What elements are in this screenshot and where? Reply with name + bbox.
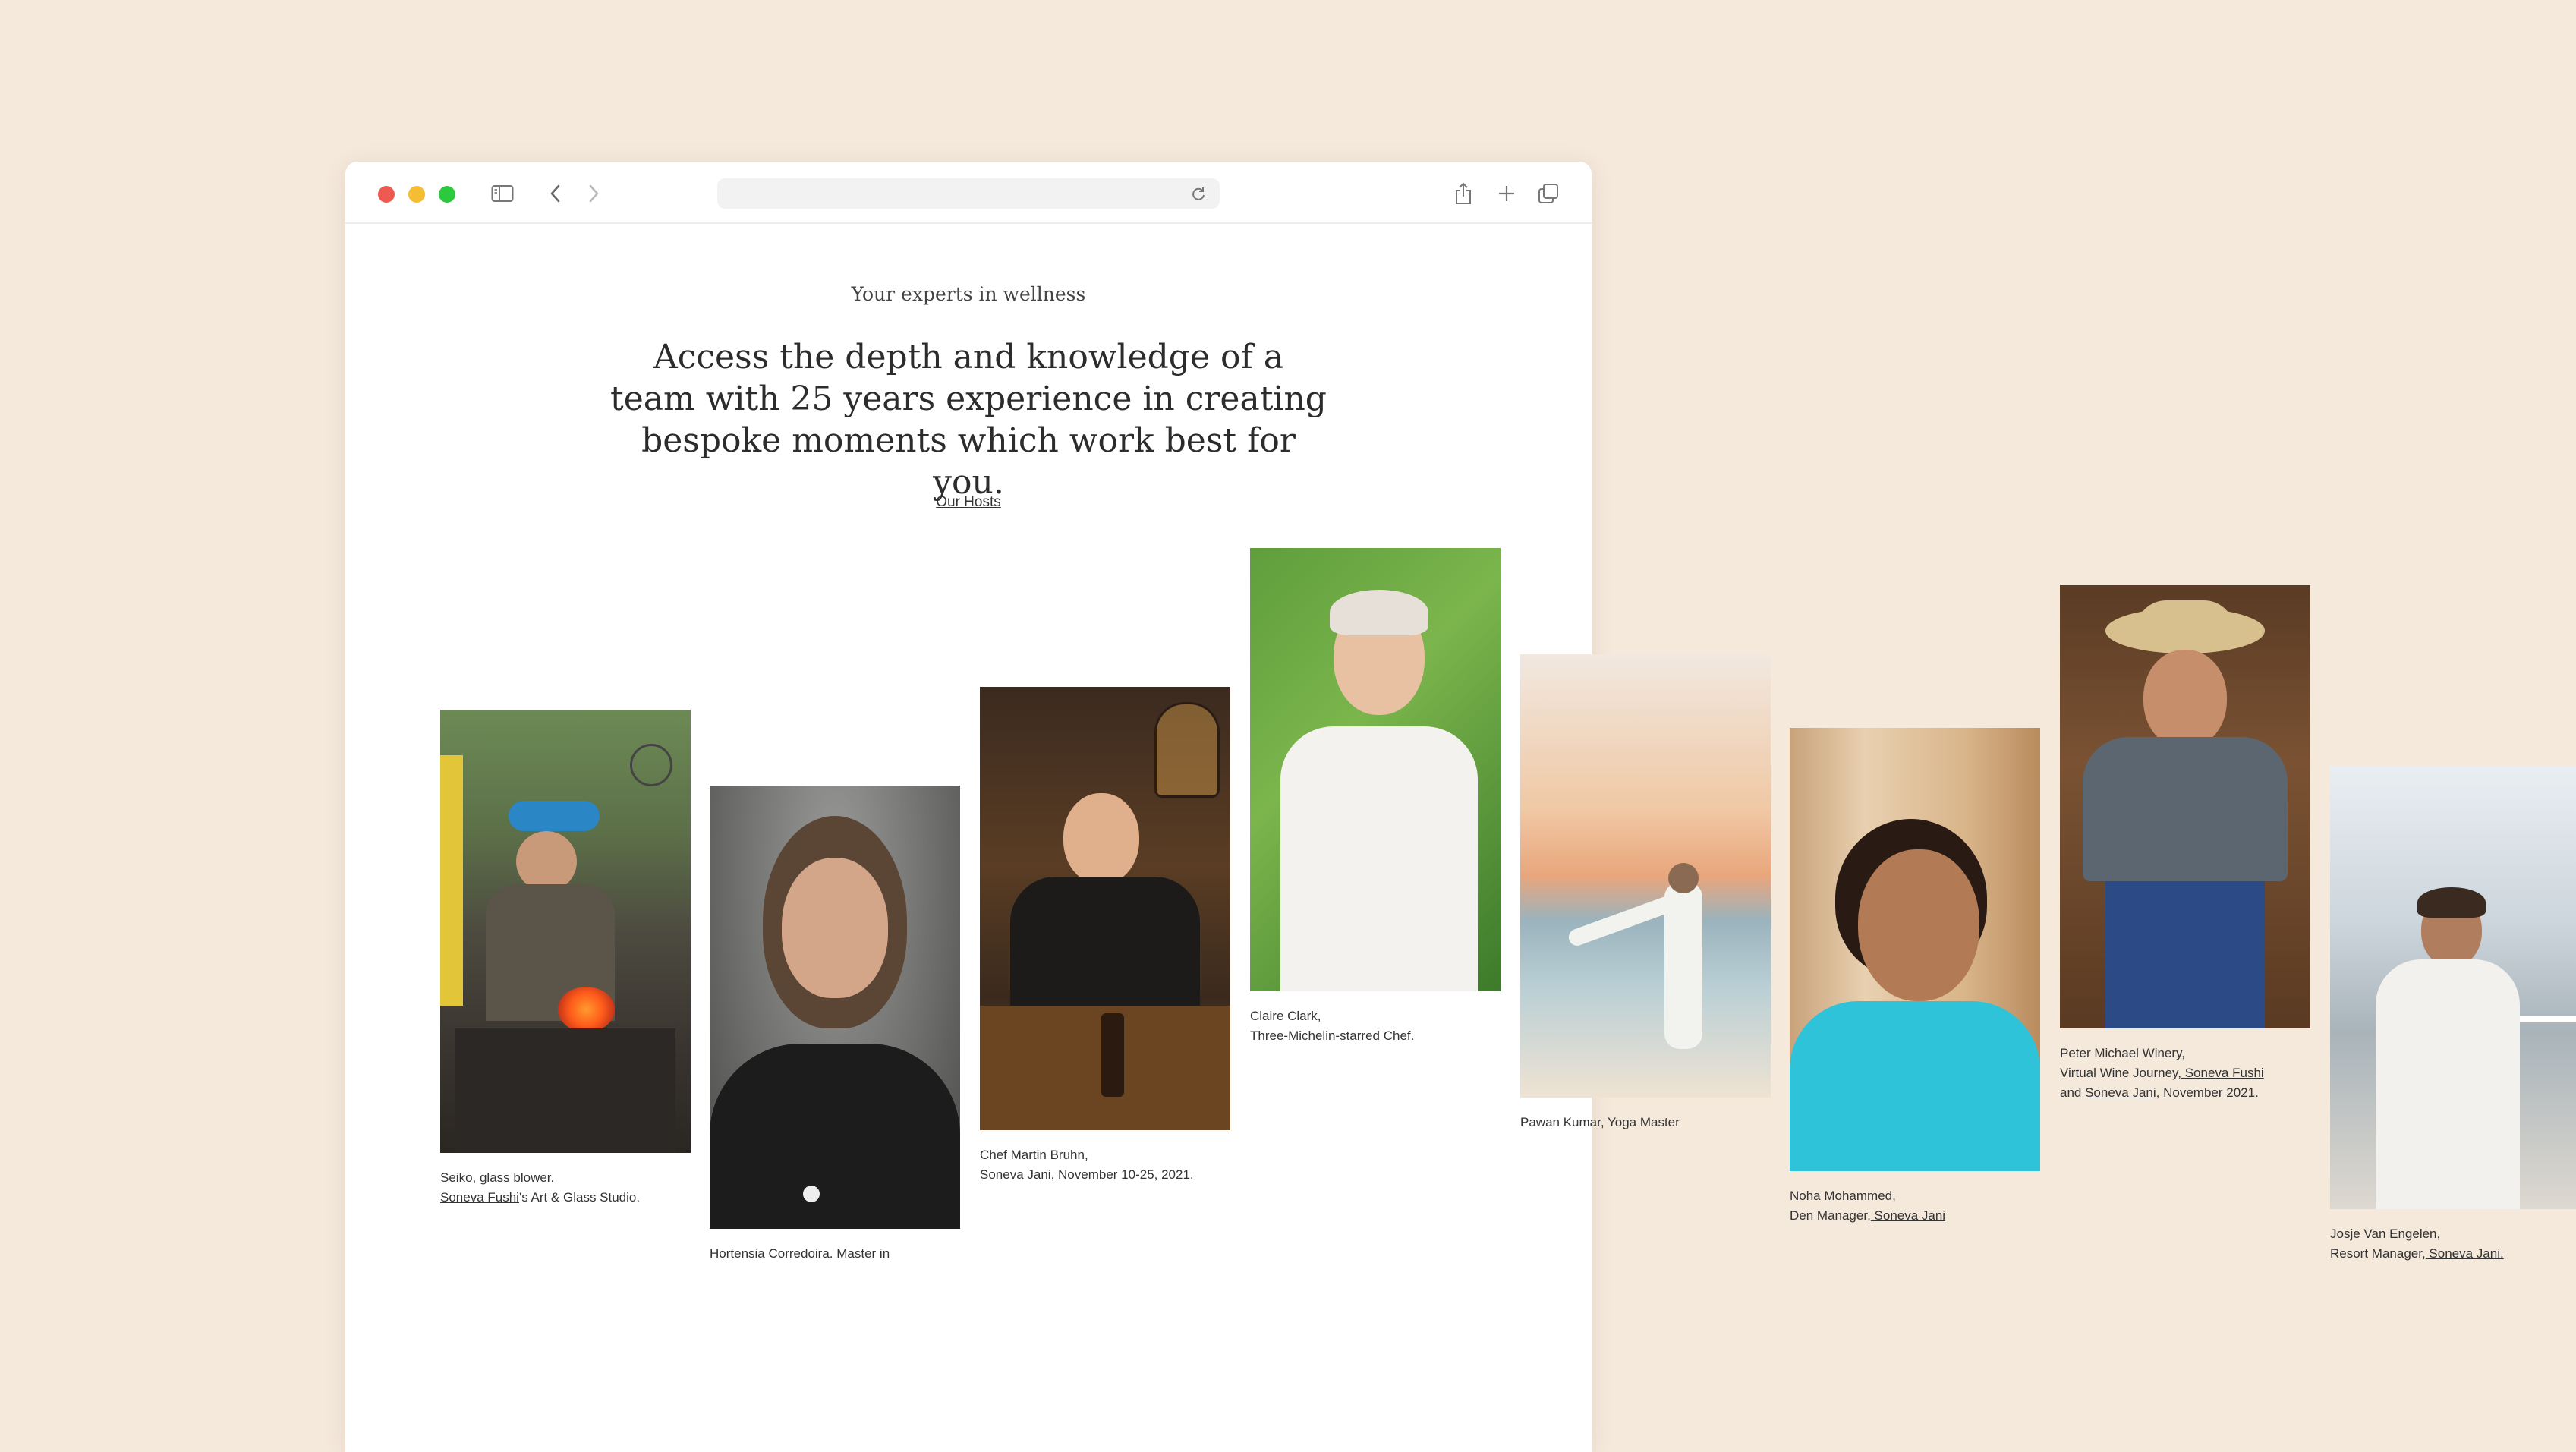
close-window-button[interactable] <box>378 186 395 203</box>
new-tab-icon[interactable] <box>1491 178 1522 209</box>
back-icon[interactable] <box>540 178 571 209</box>
host-card[interactable]: Hortensia Corredoira. Master in <box>710 786 983 1264</box>
reload-icon[interactable] <box>1183 178 1214 209</box>
browser-toolbar <box>345 162 1592 224</box>
host-photo <box>710 786 960 1229</box>
soneva-jani-link[interactable]: Soneva Jani <box>1871 1208 1946 1223</box>
host-card[interactable]: Josje Van Engelen, Resort Manager, Sonev… <box>2330 766 2576 1264</box>
host-photo <box>440 710 691 1153</box>
soneva-fushi-link[interactable]: Soneva Fushi <box>2181 1066 2264 1080</box>
soneva-jani-link[interactable]: Soneva Jani <box>980 1167 1051 1182</box>
our-hosts-link[interactable]: Our Hosts <box>345 494 1592 511</box>
host-card[interactable]: Pawan Kumar, Yoga Master <box>1520 654 1793 1132</box>
host-photo <box>1250 548 1501 991</box>
page-headline: Access the depth and knowledge of a team… <box>610 338 1327 502</box>
eyebrow-text: Your experts in wellness <box>851 283 1086 305</box>
host-caption: Pawan Kumar, Yoga Master <box>1520 1115 1680 1129</box>
soneva-jani-link[interactable]: Soneva Jani <box>2085 1085 2156 1100</box>
zoom-window-button[interactable] <box>439 186 455 203</box>
host-caption: Josje Van Engelen, Resort Manager, Sonev… <box>2330 1227 2504 1261</box>
host-caption: Peter Michael Winery, Virtual Wine Journ… <box>2060 1046 2264 1100</box>
host-card[interactable]: Peter Michael Winery, Virtual Wine Journ… <box>2060 585 2333 1103</box>
host-card[interactable]: Seiko, glass blower. Soneva Fushi's Art … <box>440 710 713 1208</box>
host-caption: Seiko, glass blower. Soneva Fushi's Art … <box>440 1170 641 1205</box>
host-photo <box>2060 585 2310 1028</box>
host-card[interactable]: Noha Mohammed, Den Manager, Soneva Jani <box>1790 728 2063 1226</box>
minimize-window-button[interactable] <box>408 186 425 203</box>
host-caption: Chef Martin Bruhn, Soneva Jani, November… <box>980 1148 1194 1182</box>
tabs-overview-icon[interactable] <box>1533 178 1564 209</box>
address-bar[interactable] <box>717 178 1220 209</box>
host-caption: Claire Clark, Three-Michelin-starred Che… <box>1250 1009 1415 1043</box>
host-card[interactable]: Chef Martin Bruhn, Soneva Jani, November… <box>980 687 1253 1185</box>
soneva-jani-link[interactable]: Soneva Jani. <box>2426 1246 2503 1261</box>
sidebar-icon[interactable] <box>487 178 518 209</box>
host-photo <box>980 687 1230 1130</box>
host-caption: Noha Mohammed, Den Manager, Soneva Jani <box>1790 1189 1946 1223</box>
host-photo <box>2330 766 2576 1209</box>
share-icon[interactable] <box>1448 178 1479 209</box>
soneva-fushi-link[interactable]: Soneva Fushi <box>440 1190 519 1205</box>
host-card[interactable]: Claire Clark, Three-Michelin-starred Che… <box>1250 548 1523 1046</box>
forward-icon[interactable] <box>578 178 609 209</box>
host-photo <box>1790 728 2040 1171</box>
host-caption: Hortensia Corredoira. Master in <box>710 1246 890 1261</box>
host-photo <box>1520 654 1771 1098</box>
